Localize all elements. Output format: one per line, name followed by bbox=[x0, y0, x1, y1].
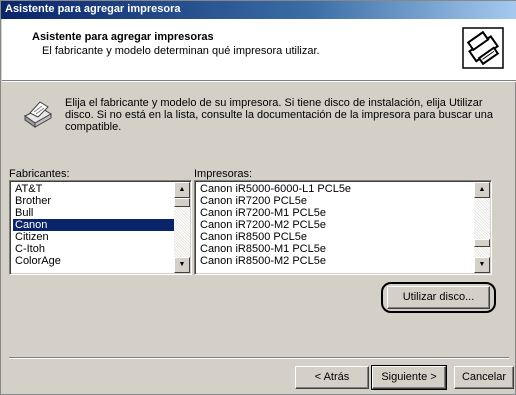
printer-list-item[interactable]: Canon iR7200-M2 PCL5e bbox=[198, 219, 475, 231]
manufacturer-list-item[interactable]: Citizen bbox=[13, 231, 175, 243]
manufacturers-label: Fabricantes: bbox=[9, 168, 70, 180]
intro-text: Elija el fabricante y modelo de su impre… bbox=[65, 97, 494, 133]
printer-list-item[interactable]: Canon iR5000-6000-L1 PCL5e bbox=[198, 183, 475, 195]
printer-icon bbox=[24, 101, 52, 128]
scroll-up-button[interactable]: ▲ bbox=[474, 182, 490, 198]
cancel-button[interactable]: Cancelar bbox=[454, 366, 514, 389]
scroll-up-button[interactable]: ▲ bbox=[174, 182, 190, 198]
header-separator bbox=[2, 81, 516, 82]
manufacturer-list-item[interactable]: ColorAge bbox=[13, 255, 175, 267]
printer-list-item[interactable]: Canon iR7200-M1 PCL5e bbox=[198, 207, 475, 219]
printer-list-item[interactable]: Canon iR8500 PCL5e bbox=[198, 231, 475, 243]
add-printer-wizard-window: Asistente para agregar impresora Asisten… bbox=[0, 0, 516, 395]
next-button[interactable]: Siguiente > bbox=[371, 365, 447, 390]
manufacturer-list-item[interactable]: Brother bbox=[13, 195, 175, 207]
printer-wizard-icon bbox=[462, 27, 504, 69]
window-title: Asistente para agregar impresora bbox=[5, 3, 181, 15]
manufacturer-list-item[interactable]: Bull bbox=[13, 207, 175, 219]
printers-label: Impresoras: bbox=[194, 168, 253, 180]
printer-list-item[interactable]: Canon iR8500-M2 PCL5e bbox=[198, 255, 475, 267]
wizard-header: Asistente para agregar impresoras El fab… bbox=[2, 19, 516, 81]
scroll-down-button[interactable]: ▼ bbox=[174, 257, 190, 273]
manufacturer-list-item[interactable]: Canon bbox=[13, 219, 175, 231]
scroll-down-button[interactable]: ▼ bbox=[474, 257, 490, 273]
printer-list-item[interactable]: Canon iR8500-M1 PCL5e bbox=[198, 243, 475, 255]
title-bar[interactable]: Asistente para agregar impresora bbox=[1, 1, 516, 19]
have-disk-button[interactable]: Utilizar disco... bbox=[387, 286, 490, 309]
manufacturer-list-item[interactable]: C-Itoh bbox=[13, 243, 175, 255]
printers-list[interactable]: Canon iR5000-6000-L1 PCL5e Canon iR7200 P… bbox=[194, 180, 492, 275]
header-title: Asistente para agregar impresoras bbox=[32, 31, 214, 43]
scroll-thumb[interactable] bbox=[474, 239, 490, 247]
printer-list-item[interactable]: Canon iR7200 PCL5e bbox=[198, 195, 475, 207]
printers-scrollbar[interactable]: ▲ ▼ bbox=[474, 182, 490, 273]
back-button[interactable]: < Atrás bbox=[295, 366, 369, 389]
manufacturers-scrollbar[interactable]: ▲ ▼ bbox=[174, 182, 190, 273]
scroll-thumb[interactable] bbox=[174, 198, 190, 207]
manufacturer-list-item[interactable]: AT&T bbox=[13, 183, 175, 195]
manufacturers-list[interactable]: AT&T Brother Bull Canon Citizen C-Itoh ColorAg… bbox=[9, 180, 192, 275]
header-subtitle: El fabricante y modelo determinan qué im… bbox=[42, 45, 320, 57]
